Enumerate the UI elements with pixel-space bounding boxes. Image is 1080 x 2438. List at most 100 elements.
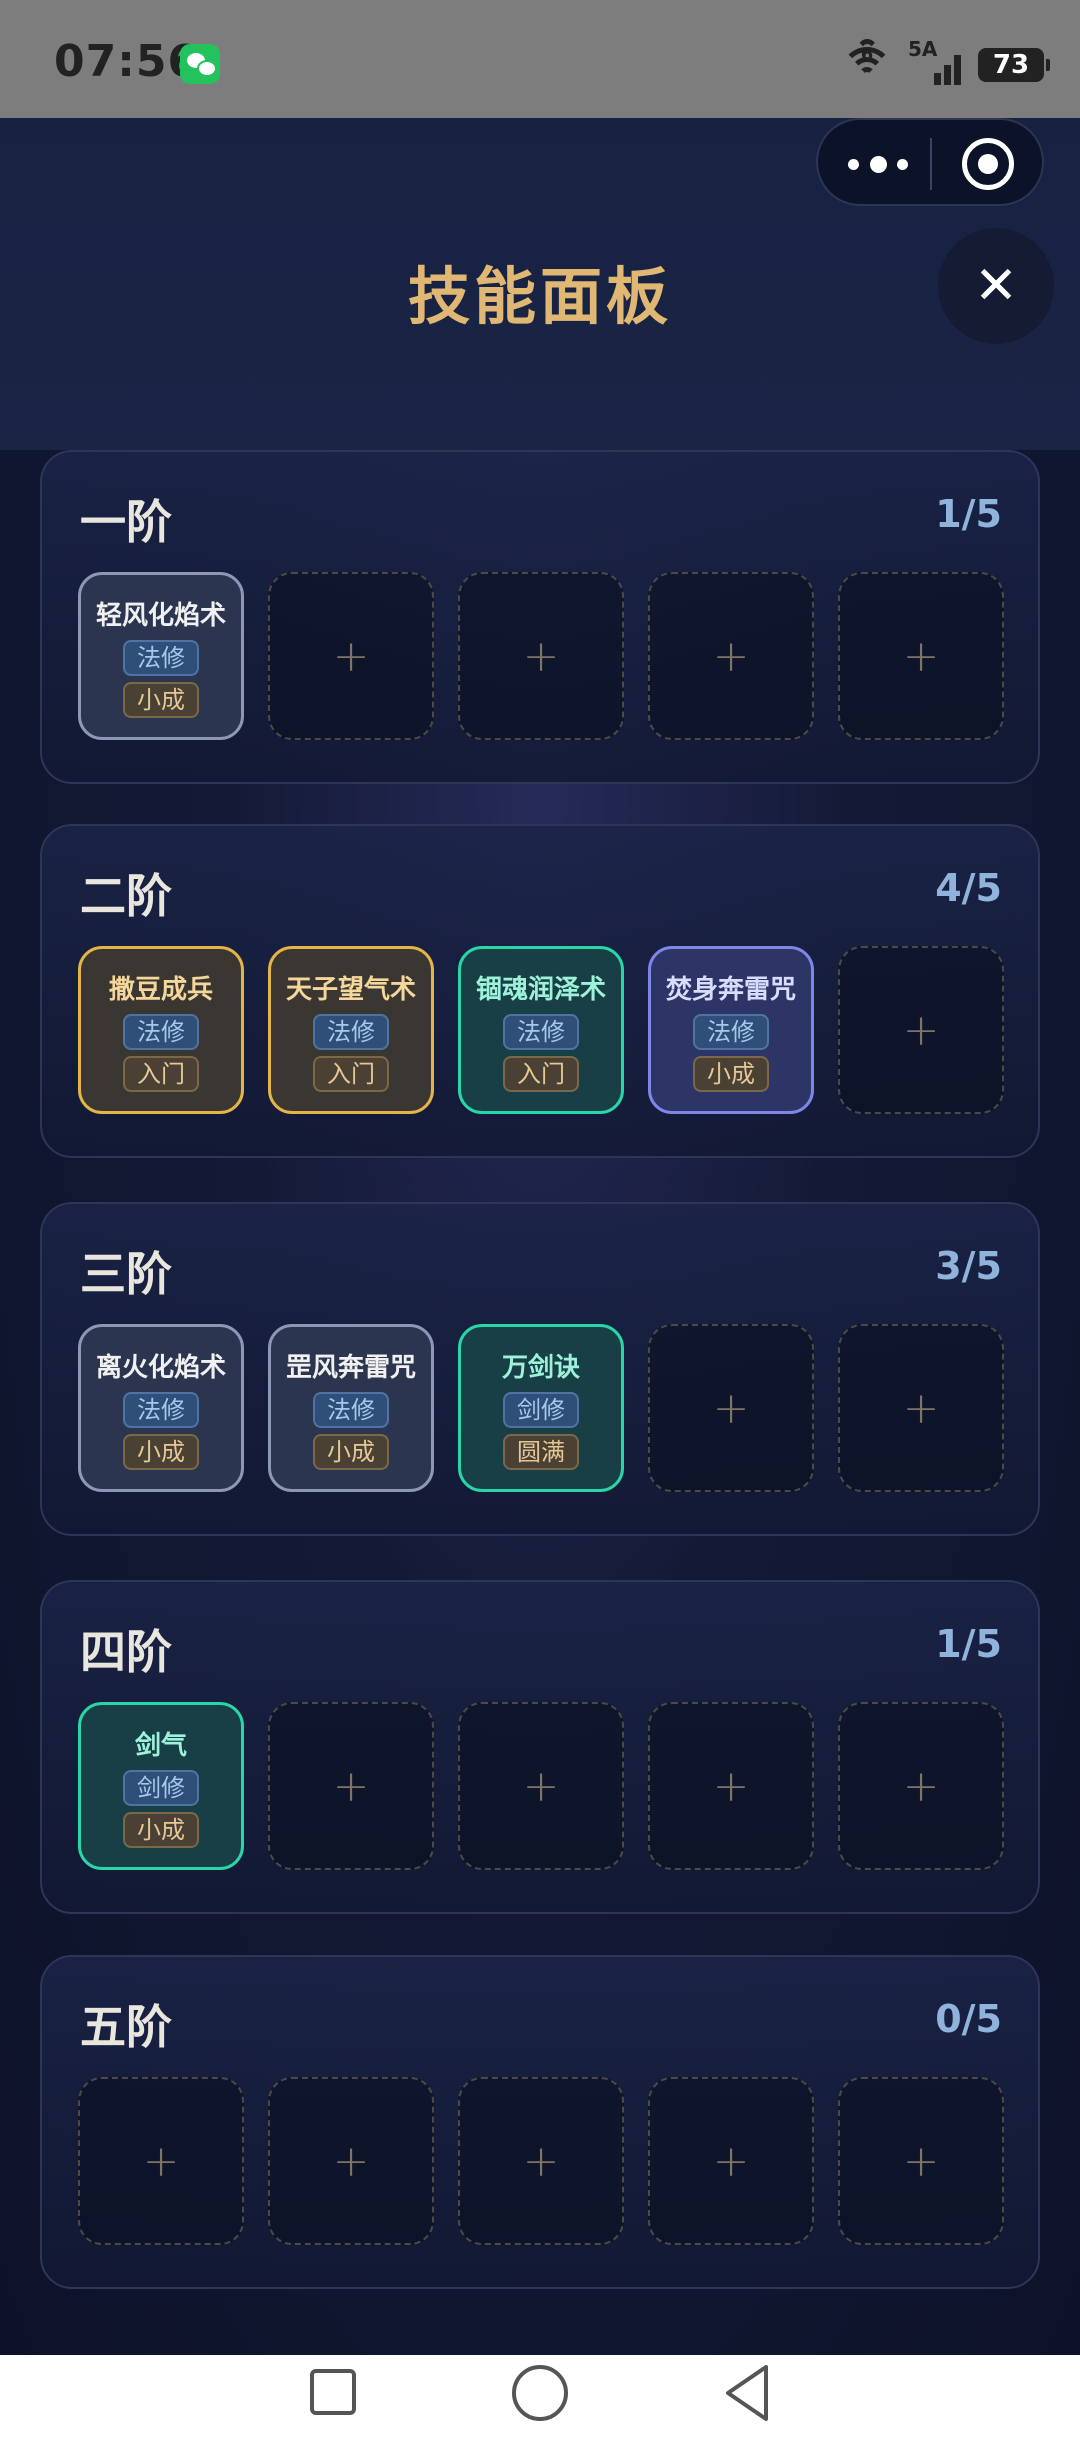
status-bar: 07:56 6 5A 73 [0,0,1080,118]
tier-name: 一阶 [80,495,172,549]
skill-level-badge: 小成 [123,1811,199,1848]
tier-name: 五阶 [80,2000,172,2054]
skill-level-badge: 小成 [123,681,199,718]
empty-skill-slot[interactable]: + [648,572,814,740]
tier-panel: 五阶 0/5 + + + + + [40,1955,1040,2289]
skill-slots: 离火化焰术 法修 小成 罡风奔雷咒 法修 小成 万剑诀 剑修 圆满 + + [78,1324,1004,1492]
plus-icon: + [712,2135,750,2187]
skill-level-badge: 圆满 [503,1433,579,1470]
tier-name: 三阶 [80,1247,172,1301]
page-title: 技能面板 [407,260,672,333]
tier-name: 四阶 [80,1625,172,1679]
nav-back-icon[interactable] [720,2363,774,2423]
tier-count: 1/5 [935,492,1002,536]
plus-icon: + [142,2135,180,2187]
empty-skill-slot[interactable]: + [78,2077,244,2245]
skill-card[interactable]: 万剑诀 剑修 圆满 [458,1324,624,1492]
skill-card[interactable]: 天子望气术 法修 入门 [268,946,434,1114]
empty-skill-slot[interactable]: + [268,2077,434,2245]
plus-icon: + [332,2135,370,2187]
target-icon[interactable] [962,138,1014,190]
plus-icon: + [712,1760,750,1812]
capsule-divider [930,138,932,190]
skill-name: 离火化焰术 [95,1352,226,1383]
nav-circle-icon[interactable] [512,2365,568,2421]
skill-name: 剑气 [134,1730,187,1761]
tier-count: 4/5 [935,866,1002,910]
empty-skill-slot[interactable]: + [648,1702,814,1870]
skill-card[interactable]: 离火化焰术 法修 小成 [78,1324,244,1492]
empty-skill-slot[interactable]: + [838,2077,1004,2245]
more-icon[interactable] [848,150,908,178]
skill-slots: 剑气剑修小成 + + + + [78,1702,1004,1870]
empty-skill-slot[interactable]: + [458,572,624,740]
plus-icon: + [902,1004,940,1056]
empty-skill-slot[interactable]: + [838,572,1004,740]
plus-icon: + [902,1760,940,1812]
tier-panel: 三阶 3/5 离火化焰术 法修 小成 罡风奔雷咒 法修 小成 万剑诀 剑修 圆满 + + [40,1202,1040,1536]
system-nav-bar [0,2355,1080,2438]
skill-card[interactable]: 剑气 剑修 小成 [78,1702,244,1870]
skill-name: 天子望气术 [285,974,416,1005]
skill-slots: 撒豆成兵 法修 入门 天子望气术 法修 入门 锢魂润泽术 法修 入门 焚身奔雷咒 法修 小成 + [78,946,1004,1114]
skill-type-badge: 剑修 [503,1391,579,1428]
skill-name: 罡风奔雷咒 [285,1352,416,1383]
signal-label: 5A [908,37,938,61]
plus-icon: + [902,1382,940,1434]
battery-level: 73 [992,50,1030,80]
empty-skill-slot[interactable]: + [648,1324,814,1492]
skill-name: 轻风化焰术 [95,600,226,631]
empty-skill-slot[interactable]: + [648,2077,814,2245]
nav-square-icon[interactable] [310,2369,356,2415]
close-button[interactable]: ✕ [938,228,1054,344]
skill-level-badge: 入门 [503,1055,579,1092]
status-icons: 6 5A 73 [840,37,1050,90]
skill-name: 撒豆成兵 [108,974,213,1005]
skill-card[interactable]: 锢魂润泽术 法修 入门 [458,946,624,1114]
signal-icon: 5A [908,37,964,85]
tier-name: 二阶 [80,869,172,923]
plus-icon: + [522,1760,560,1812]
skill-card[interactable]: 焚身奔雷咒 法修 小成 [648,946,814,1114]
empty-skill-slot[interactable]: + [838,1702,1004,1870]
mini-program-capsule [816,118,1044,206]
skill-type-badge: 法修 [313,1391,389,1428]
skill-type-badge: 剑修 [123,1769,199,1806]
skill-card[interactable]: 轻风化焰术 法修 小成 [78,572,244,740]
plus-icon: + [332,630,370,682]
tier-panel: 二阶 4/5 撒豆成兵 法修 入门 天子望气术 法修 入门 锢魂润泽术 法修 入门 焚身奔雷咒 法修 小成… [40,824,1040,1158]
skill-card[interactable]: 罡风奔雷咒 法修 小成 [268,1324,434,1492]
battery-icon: 73 [978,48,1050,82]
empty-skill-slot[interactable]: + [838,946,1004,1114]
plus-icon: + [522,630,560,682]
skill-card[interactable]: 撒豆成兵 法修 入门 [78,946,244,1114]
skill-name: 焚身奔雷咒 [665,974,796,1005]
skill-level-badge: 小成 [313,1433,389,1470]
plus-icon: + [712,630,750,682]
plus-icon: + [712,1382,750,1434]
plus-icon: + [332,1760,370,1812]
skill-type-badge: 法修 [123,1013,199,1050]
skill-level-badge: 小成 [693,1055,769,1092]
skill-level-badge: 入门 [123,1055,199,1092]
tier-count: 3/5 [935,1244,1002,1288]
skill-level-badge: 小成 [123,1433,199,1470]
tier-panel: 四阶 1/5 剑气 剑修 小成 + + + + [40,1580,1040,1914]
empty-skill-slot[interactable]: + [268,1702,434,1870]
skill-type-badge: 法修 [123,639,199,676]
empty-skill-slot[interactable]: + [458,1702,624,1870]
close-icon: ✕ [974,256,1018,316]
empty-skill-slot[interactable]: + [838,1324,1004,1492]
status-time: 07:56 [54,36,200,87]
wechat-icon [180,44,220,84]
skill-name: 锢魂润泽术 [475,974,606,1005]
skill-slots: + + + + + [78,2077,1004,2245]
tier-panel: 一阶 1/5 轻风化焰术法修小成 + + + + [40,450,1040,784]
empty-skill-slot[interactable]: + [268,572,434,740]
empty-skill-slot[interactable]: + [458,2077,624,2245]
skill-type-badge: 法修 [503,1013,579,1050]
tier-count: 0/5 [935,1997,1002,2041]
plus-icon: + [902,2135,940,2187]
skill-name: 万剑诀 [501,1352,580,1383]
skill-type-badge: 法修 [313,1013,389,1050]
